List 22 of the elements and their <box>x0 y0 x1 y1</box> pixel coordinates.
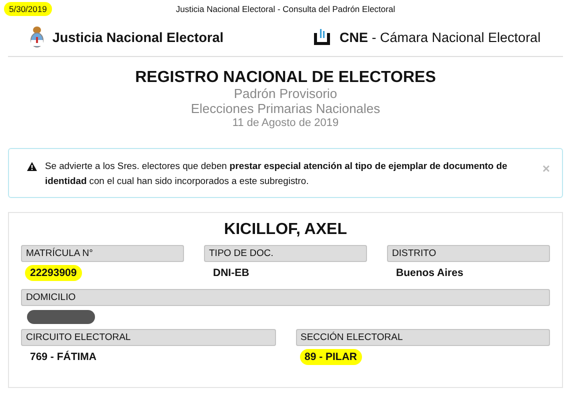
brand-name: Justicia Nacional Electoral <box>52 30 224 44</box>
field-label: DOMICILIO <box>21 288 550 306</box>
field-label: CIRCUITO ELECTORAL <box>21 328 276 346</box>
close-button[interactable]: × <box>542 162 550 175</box>
alert-text: Se advierte a los Sres. electores que deben prestar especial atención al tipo de ejemplar de documento de identidad con el cual han sido incorporados a este subregistro. <box>45 158 508 188</box>
print-header-title: Justicia Nacional Electoral - Consulta del Padrón Electoral <box>176 4 396 14</box>
field-label: SECCIÓN ELECTORAL <box>296 328 550 346</box>
coat-of-arms-icon <box>30 26 44 48</box>
cne-logo-icon <box>313 28 332 46</box>
brand-name: CNE - Cámara Nacional Electoral <box>339 30 541 44</box>
election-date: 11 de Agosto de 2019 <box>231 116 340 130</box>
print-date: 5/30/2019 <box>4 2 52 16</box>
field-value: 22293909 <box>25 264 82 281</box>
field-label: MATRÍCULA N° <box>21 244 184 262</box>
page-title: REGISTRO NACIONAL DE ELECTORES <box>134 69 437 87</box>
field-value: 89 - PILAR <box>300 348 362 365</box>
field-label: DISTRITO <box>387 244 550 262</box>
subtitle: Elecciones Primarias Nacionales <box>190 102 382 117</box>
warning-icon <box>27 162 37 171</box>
field-label: TIPO DE DOC. <box>204 244 367 262</box>
subtitle: Padrón Provisorio <box>232 87 338 102</box>
elector-name: KICILLOF, AXEL <box>223 220 348 239</box>
